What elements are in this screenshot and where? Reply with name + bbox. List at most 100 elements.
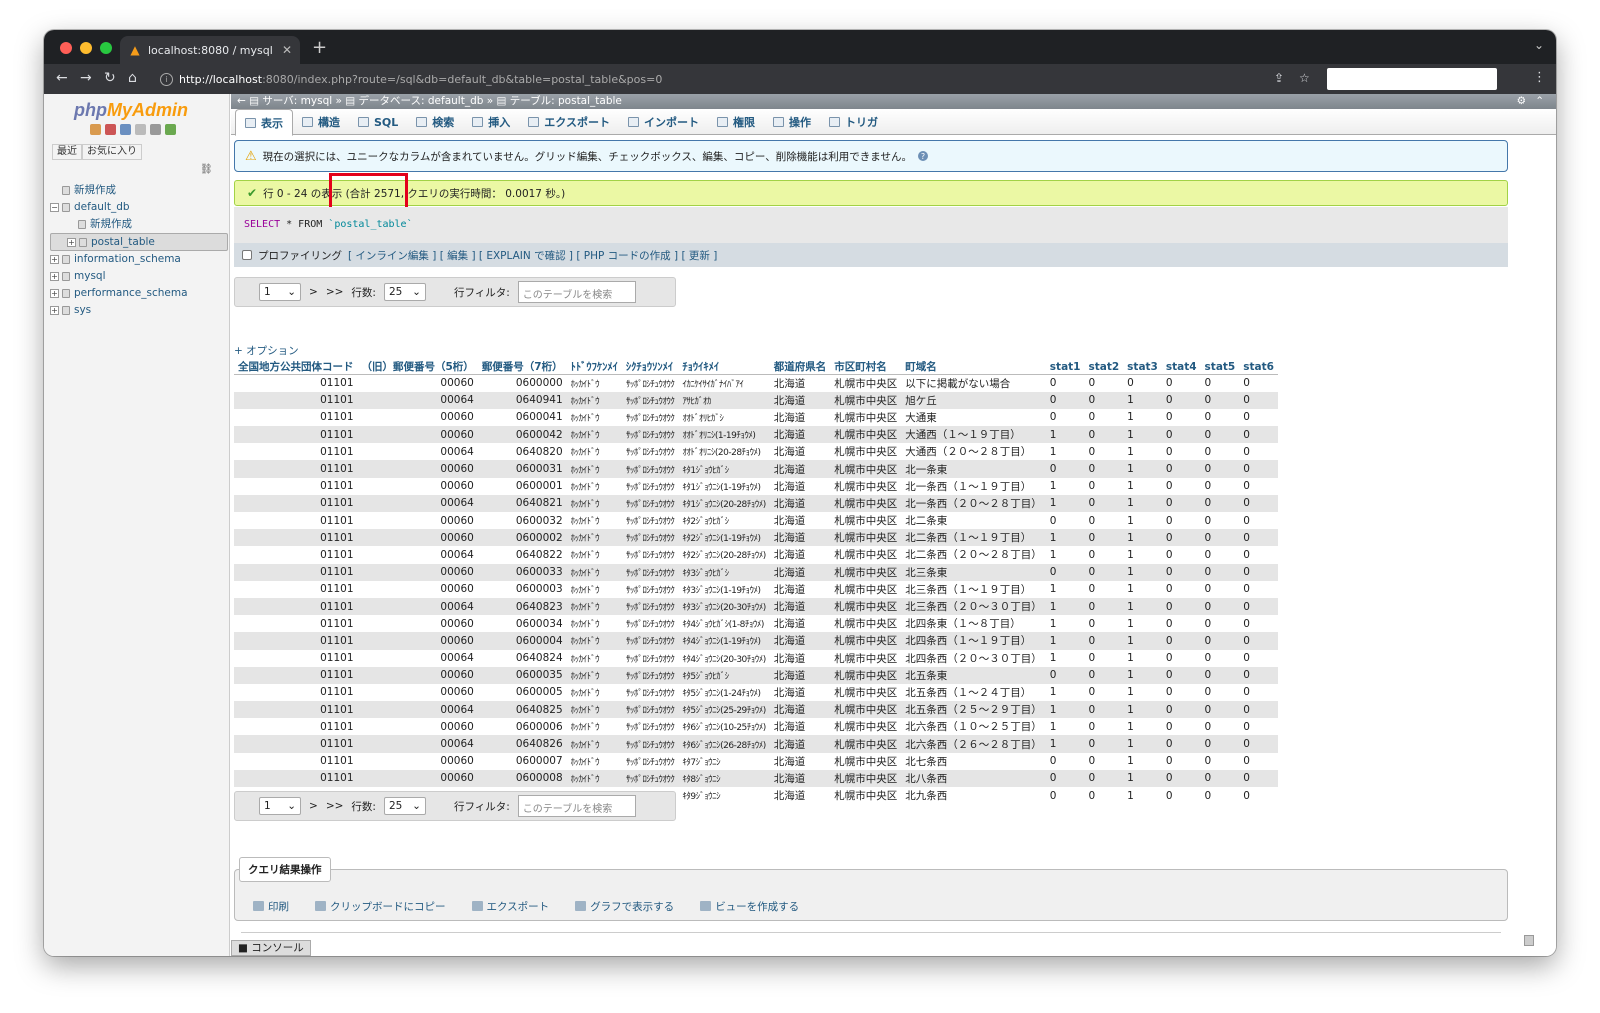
last-page-button[interactable]: >>	[326, 286, 344, 298]
collapse-icon[interactable]: −	[50, 203, 59, 212]
tree-item[interactable]: + sys	[50, 302, 228, 319]
breadcrumb-database[interactable]: データベース: default_db	[359, 95, 484, 107]
tree-item[interactable]: 新規作成	[50, 216, 228, 233]
tab-8[interactable]: 操作	[764, 109, 820, 135]
site-info-icon[interactable]: i	[160, 72, 173, 86]
table-cell: 北海道	[769, 374, 831, 392]
copy-to-clipboard-link[interactable]: クリップボードにコピー	[315, 899, 446, 914]
link-with-main-icon[interactable]: ⛓	[200, 164, 213, 175]
tab-1[interactable]: 構造	[293, 109, 349, 135]
close-tab-icon[interactable]: ✕	[282, 43, 292, 57]
table-cell: 北海道	[769, 563, 831, 581]
close-window-button[interactable]	[60, 42, 72, 54]
column-header[interactable]: ﾁｮｳｲｷﾒｲ	[678, 359, 770, 375]
column-header[interactable]: stat5	[1200, 359, 1240, 375]
column-header[interactable]: ｼｸﾁｮｳｿﾝﾒｲ	[621, 359, 679, 375]
share-icon[interactable]: ⇪	[1274, 71, 1284, 85]
column-header[interactable]: （旧）郵便番号（5桁）	[357, 359, 478, 375]
tree-item[interactable]: + mysql	[50, 268, 228, 285]
page-select[interactable]: 1 ⌄	[259, 797, 301, 815]
column-header[interactable]: stat6	[1239, 359, 1278, 375]
page-settings-gear-icon[interactable]: ⚙	[1517, 94, 1526, 109]
table-cell: 1	[1045, 477, 1085, 495]
column-header[interactable]: stat2	[1084, 359, 1124, 375]
tree-item[interactable]: 新規作成	[50, 182, 228, 199]
row-filter-input[interactable]: このテーブルを検索	[517, 281, 636, 303]
help-icon[interactable]: ?	[917, 151, 928, 161]
table-cell: 1	[1123, 494, 1162, 512]
tab-4[interactable]: 挿入	[463, 109, 519, 135]
column-header[interactable]: stat4	[1161, 359, 1201, 375]
next-page-button[interactable]: >	[309, 286, 318, 298]
table-cell: 01101	[234, 426, 358, 444]
breadcrumb-server[interactable]: サーバ: mysql	[262, 95, 332, 107]
sql-query-display[interactable]: SELECT * FROM `postal_table`	[234, 207, 1508, 243]
home-icon[interactable]	[90, 124, 101, 135]
tree-item[interactable]: + information_schema	[50, 251, 228, 268]
toolbar-search-input[interactable]	[1327, 68, 1497, 90]
expand-icon[interactable]: +	[50, 306, 59, 315]
expand-icon[interactable]: +	[50, 289, 59, 298]
tab-9[interactable]: トリガ	[820, 109, 887, 135]
phpmyadmin-logo[interactable]: phpMyAdmin	[74, 100, 188, 121]
table-cell: ﾎｯｶｲﾄﾞｳ	[566, 666, 622, 684]
column-header[interactable]: 都道府県名	[769, 359, 831, 375]
favorites-button[interactable]: お気に入り	[82, 144, 142, 160]
breadcrumb-table[interactable]: テーブル: postal_table	[510, 95, 622, 107]
rows-select[interactable]: 25 ⌄	[383, 797, 426, 815]
rows-select[interactable]: 25 ⌄	[383, 283, 426, 301]
bookmark-star-icon[interactable]: ☆	[1299, 71, 1310, 85]
column-header[interactable]: ﾄﾄﾞｳﾌｹﾝﾒｲ	[566, 359, 622, 375]
tab-7[interactable]: 権限	[708, 109, 764, 135]
docs-icon[interactable]	[120, 124, 131, 135]
create-view-link[interactable]: ビューを作成する	[700, 899, 799, 914]
expand-icon[interactable]: +	[67, 238, 76, 247]
home-icon[interactable]: ⌂	[128, 70, 137, 86]
collapse-icon[interactable]: ⌃	[1535, 94, 1544, 109]
options-link[interactable]: + オプション	[234, 343, 299, 358]
column-header[interactable]: 郵便番号（7桁）	[477, 359, 567, 375]
tab-5[interactable]: エクスポート	[519, 109, 619, 135]
minimize-window-button[interactable]	[80, 42, 92, 54]
query-action-links[interactable]: [ インライン編集 ] [ 編集 ] [ EXPLAIN で確認 ] [ PHP…	[348, 248, 717, 263]
tab-3[interactable]: 検索	[407, 109, 463, 135]
row-filter-input[interactable]: このテーブルを検索	[517, 795, 636, 817]
column-header[interactable]: stat1	[1045, 359, 1085, 375]
recent-button[interactable]: 最近	[52, 144, 82, 160]
back-icon[interactable]: ←	[56, 70, 68, 86]
page-bottom-icon[interactable]	[1524, 935, 1534, 946]
browser-tab[interactable]: ▲ localhost:8080 / mysql / defau ✕	[120, 36, 300, 64]
last-page-button[interactable]: >>	[326, 800, 344, 812]
column-header[interactable]: stat3	[1123, 359, 1162, 375]
export-link[interactable]: エクスポート	[471, 899, 549, 914]
display-chart-link[interactable]: グラフで表示する	[575, 899, 674, 914]
profiling-checkbox[interactable]	[242, 250, 252, 260]
tab-search-chevron-icon[interactable]: ⌄	[1534, 38, 1544, 52]
forward-icon[interactable]: →	[80, 70, 92, 86]
settings-gear-icon[interactable]	[150, 124, 161, 135]
doc-sql-icon[interactable]	[135, 124, 146, 135]
new-tab-icon[interactable]: +	[312, 37, 327, 58]
column-header[interactable]: 全国地方公共団体コード	[234, 359, 358, 375]
browser-menu-icon[interactable]: ⋮	[1533, 70, 1546, 85]
address-bar[interactable]: i http://localhost:8080/index.php?route=…	[160, 68, 1314, 90]
reload-icon[interactable]: ↻	[104, 70, 116, 86]
zoom-window-button[interactable]	[100, 42, 112, 54]
reload-nav-icon[interactable]	[165, 124, 176, 135]
tab-6[interactable]: インポート	[619, 109, 708, 135]
next-page-button[interactable]: >	[309, 800, 318, 812]
tab-2[interactable]: SQL	[349, 109, 407, 135]
console-toggle[interactable]: ■ コンソール	[231, 940, 311, 956]
tree-item[interactable]: + performance_schema	[50, 285, 228, 302]
tree-item[interactable]: − default_db	[50, 199, 228, 216]
table-cell: 0	[1200, 632, 1240, 650]
tab-0[interactable]: 表示	[235, 109, 293, 136]
expand-icon[interactable]: +	[50, 255, 59, 264]
expand-icon[interactable]: +	[50, 272, 59, 281]
page-select[interactable]: 1 ⌄	[259, 283, 301, 301]
print-link[interactable]: 印刷	[253, 899, 289, 914]
column-header[interactable]: 町域名	[901, 359, 1046, 375]
logout-icon[interactable]	[105, 124, 116, 135]
column-header[interactable]: 市区町村名	[830, 359, 902, 375]
tree-item[interactable]: + postal_table	[50, 233, 228, 251]
